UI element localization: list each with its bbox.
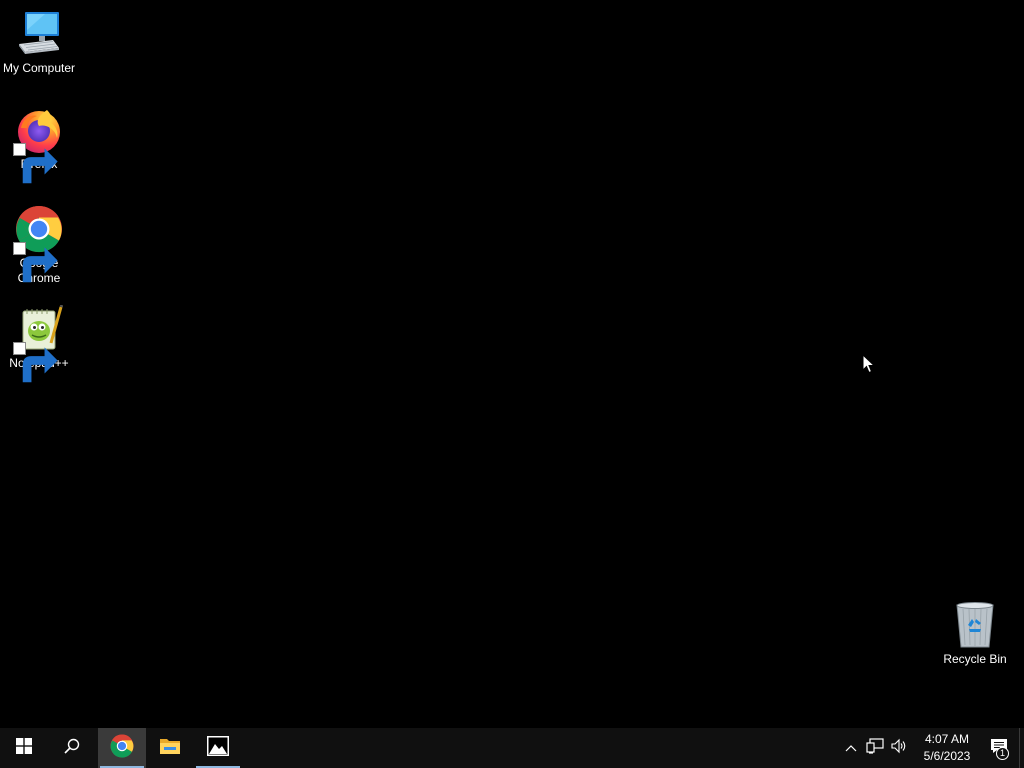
- windows-start-icon: [16, 737, 32, 759]
- notification-count-badge: 1: [996, 747, 1009, 760]
- taskbar-file-explorer-button[interactable]: [146, 728, 194, 768]
- computer-icon: [15, 10, 63, 58]
- desktop-icon-firefox[interactable]: Firefox: [0, 106, 78, 184]
- search-icon: [64, 738, 80, 759]
- search-button[interactable]: [48, 728, 96, 768]
- shortcut-arrow-icon: [13, 143, 58, 184]
- volume-icon: [890, 738, 908, 759]
- taskbar: 4:07 AM 5/6/2023 1: [0, 728, 1024, 768]
- desktop-icon-label: My Computer: [2, 61, 76, 75]
- clock-time: 4:07 AM: [924, 732, 970, 746]
- chrome-icon: [110, 734, 134, 763]
- desktop-icon-notepadpp[interactable]: Notepad++: [0, 305, 78, 383]
- photos-icon: [206, 734, 230, 763]
- clock[interactable]: 4:07 AM 5/6/2023: [915, 728, 979, 768]
- chevron-up-icon: [845, 739, 857, 757]
- shortcut-arrow-icon: [13, 242, 58, 283]
- network-button[interactable]: [863, 728, 887, 768]
- show-desktop-button[interactable]: [1019, 728, 1024, 768]
- desktop-icon-my-computer[interactable]: My Computer: [0, 10, 78, 76]
- desktop-icon-label: Recycle Bin: [943, 652, 1007, 666]
- start-button[interactable]: [0, 728, 48, 768]
- network-icon: [866, 737, 884, 759]
- action-center-button[interactable]: 1: [979, 728, 1019, 768]
- show-hidden-icons-button[interactable]: [839, 728, 863, 768]
- folder-icon: [158, 734, 182, 763]
- volume-button[interactable]: [887, 728, 911, 768]
- chrome-icon: [13, 205, 63, 283]
- shortcut-arrow-icon: [13, 342, 58, 383]
- recycle-bin-icon: [951, 601, 999, 649]
- clock-date: 5/6/2023: [923, 749, 971, 763]
- notepadpp-icon: [13, 305, 63, 383]
- system-tray: 4:07 AM 5/6/2023 1: [839, 728, 1024, 768]
- mouse-cursor-icon: [862, 353, 876, 374]
- firefox-icon: [13, 106, 63, 184]
- desktop-icon-recycle-bin[interactable]: Recycle Bin: [936, 601, 1014, 667]
- desktop[interactable]: My Computer Chrome Recycle Bin: [0, 0, 1024, 728]
- taskbar-chrome-button[interactable]: [98, 728, 146, 768]
- desktop-icon-google-chrome[interactable]: Google Chrome: [0, 205, 78, 286]
- taskbar-photos-button[interactable]: [194, 728, 242, 768]
